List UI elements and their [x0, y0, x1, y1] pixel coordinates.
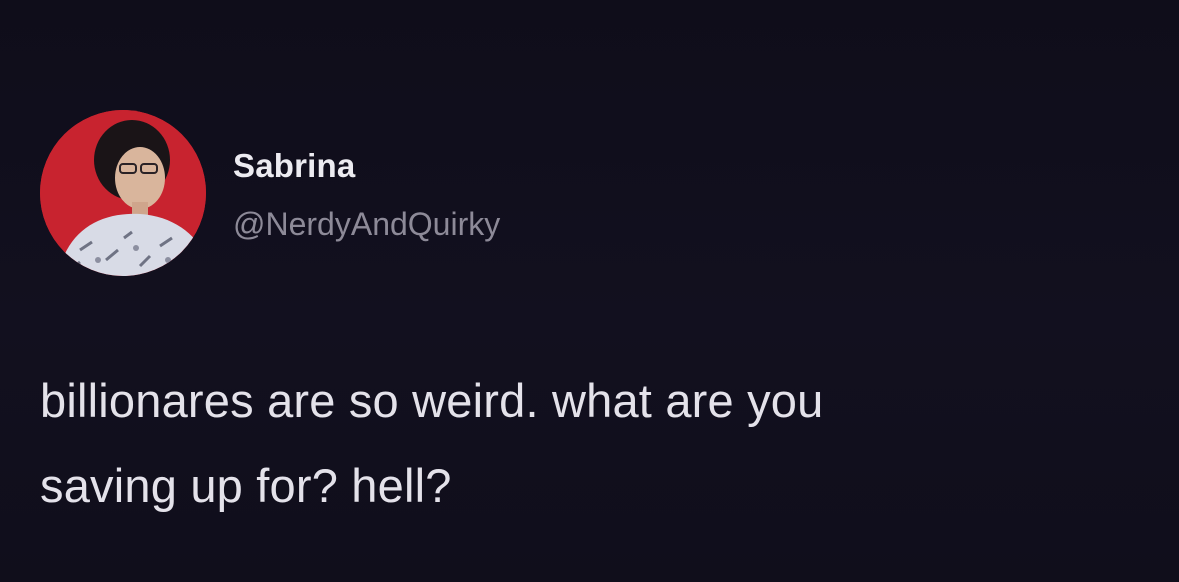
tweet-text-line: billionares are so weird. what are you	[40, 374, 824, 427]
tweet-card: Sabrina @NerdyAndQuirky billionares are …	[0, 0, 1179, 582]
author-handle[interactable]: @NerdyAndQuirky	[233, 206, 500, 243]
tweet-body: billionares are so weird. what are you s…	[40, 358, 1160, 528]
tweet-text-line: saving up for? hell?	[40, 459, 452, 512]
avatar[interactable]	[40, 110, 206, 276]
profile-photo-icon	[40, 110, 206, 276]
author-display-name[interactable]: Sabrina	[233, 147, 355, 185]
